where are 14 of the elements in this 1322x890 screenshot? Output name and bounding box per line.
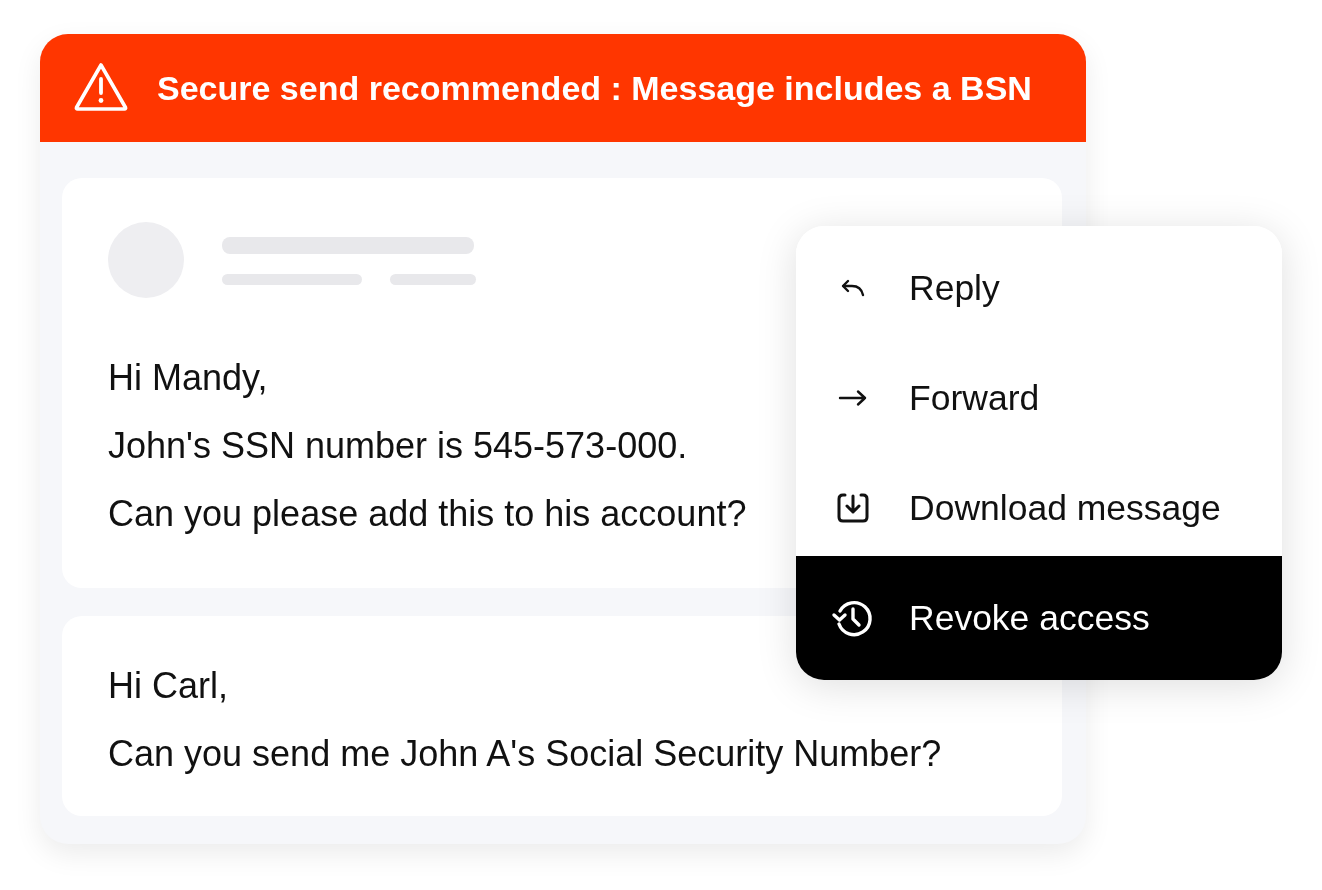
message-text: Can you send me John A's Social Security Number?: [108, 732, 942, 776]
menu-item[interactable]: Forward: [796, 336, 1282, 446]
menu-item[interactable]: Revoke access: [796, 556, 1282, 680]
message-text: Hi Carl,: [108, 664, 228, 708]
reply-arrow-icon: [840, 278, 866, 298]
message-text: Can you please add this to his account?: [108, 492, 747, 536]
right-arrow-icon: [838, 389, 868, 407]
banner-text: Secure send recommended : Message includes a BSN: [157, 68, 1032, 108]
download-icon: [836, 492, 870, 524]
menu-item[interactable]: Reply: [796, 226, 1282, 336]
menu-item[interactable]: Download message: [796, 446, 1282, 556]
warning-icon: [74, 62, 128, 112]
message-text: Hi Mandy,: [108, 356, 268, 400]
message-text: John's SSN number is 545-573-000.: [108, 424, 688, 468]
